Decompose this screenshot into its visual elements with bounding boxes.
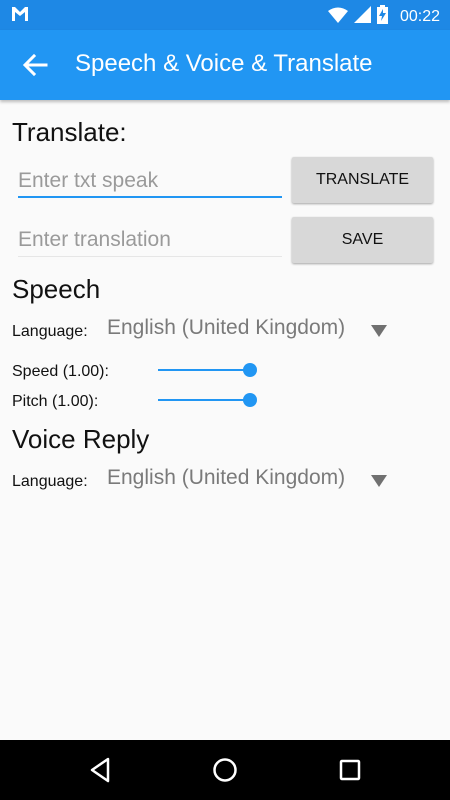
pitch-slider[interactable]	[158, 392, 257, 408]
page-title: Speech & Voice & Translate	[75, 50, 373, 77]
app-bar: Speech & Voice & Translate	[0, 30, 450, 100]
voice-reply-heading: Voice Reply	[12, 424, 150, 454]
speed-slider-track	[158, 369, 250, 371]
status-time: 00:22	[399, 8, 440, 25]
signal-icon	[353, 6, 371, 28]
speed-slider[interactable]	[158, 362, 257, 378]
speak-text-placeholder: Enter txt speak	[18, 169, 159, 192]
gmail-icon	[11, 6, 29, 27]
navigation-bar	[0, 740, 450, 800]
speech-heading: Speech	[12, 274, 101, 304]
battery-charging-icon	[376, 5, 388, 29]
back-triangle-icon[interactable]	[89, 757, 111, 788]
status-bar: 00:22	[0, 0, 450, 30]
speech-language-spinner[interactable]: English (United Kingdom)	[107, 316, 345, 340]
translation-input[interactable]: Enter translation	[18, 218, 282, 257]
speak-text-input[interactable]: Enter txt speak	[18, 159, 282, 198]
translate-button[interactable]: TRANSLATE	[292, 157, 433, 203]
arrow-back-icon[interactable]	[22, 52, 48, 83]
recents-square-icon[interactable]	[338, 757, 362, 788]
save-button[interactable]: SAVE	[292, 217, 433, 263]
speed-slider-thumb[interactable]	[243, 363, 257, 377]
voice-reply-language-label: Language:	[12, 473, 88, 490]
voice-reply-language-dropdown-icon[interactable]	[371, 475, 387, 487]
home-circle-icon[interactable]	[212, 757, 238, 788]
wifi-icon	[327, 7, 348, 28]
pitch-slider-thumb[interactable]	[243, 393, 257, 407]
pitch-slider-track	[158, 399, 250, 401]
voice-reply-language-spinner[interactable]: English (United Kingdom)	[107, 466, 345, 490]
translation-placeholder: Enter translation	[18, 228, 171, 251]
pitch-label: Pitch (1.00):	[12, 393, 99, 410]
speech-language-dropdown-icon[interactable]	[371, 325, 387, 337]
translate-heading: Translate:	[12, 117, 127, 147]
speed-label: Speed (1.00):	[12, 363, 109, 380]
speech-language-label: Language:	[12, 323, 88, 340]
